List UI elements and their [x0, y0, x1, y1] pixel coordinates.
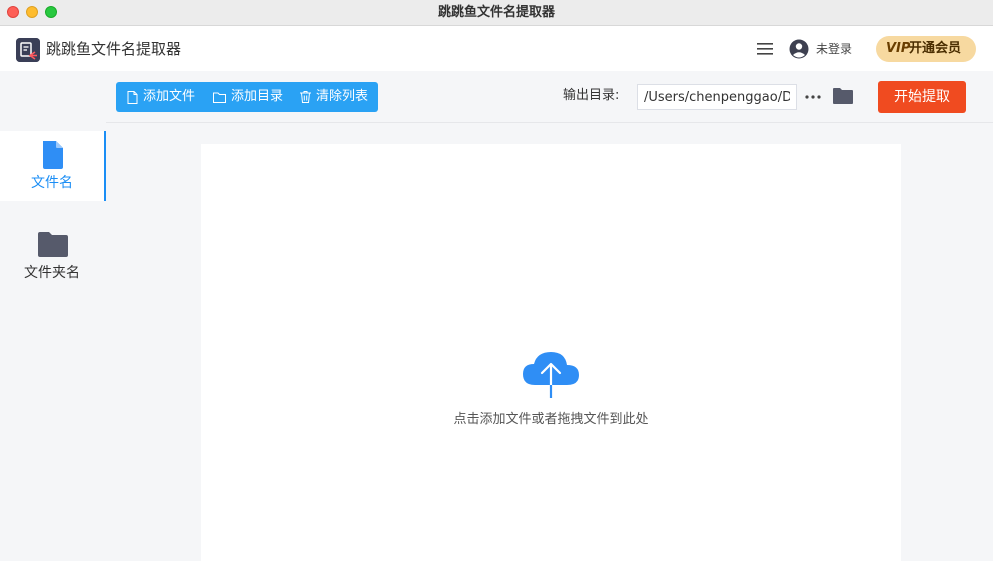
file-actions-group: 添加文件 添加目录 清除列表: [116, 82, 378, 112]
app-name: 跳跳鱼文件名提取器: [46, 40, 182, 58]
open-folder-icon[interactable]: [833, 87, 853, 105]
title-bar: 跳跳鱼文件名提取器: [0, 0, 993, 26]
folder-icon: [38, 231, 68, 259]
toolbar: 添加文件 添加目录 清除列表 输出目录: /Users/chenpenggao/…: [106, 71, 993, 123]
output-dir-label: 输出目录:: [563, 88, 620, 103]
vip-label: 开通会员: [909, 41, 962, 56]
file-drop-zone[interactable]: 点击添加文件或者拖拽文件到此处: [201, 144, 901, 561]
clear-list-label: 清除列表: [316, 89, 369, 104]
add-directory-label: 添加目录: [231, 89, 284, 104]
output-dir-input[interactable]: [637, 84, 797, 110]
menu-icon[interactable]: [757, 41, 773, 55]
user-icon[interactable]: [789, 39, 809, 59]
start-extract-button[interactable]: 开始提取: [878, 81, 966, 113]
sidebar-item-foldername[interactable]: 文件夹名: [0, 221, 106, 291]
app-header: 跳跳鱼文件名提取器 未登录 VIP 开通会员: [0, 27, 993, 71]
sidebar-item-filename[interactable]: 文件名: [0, 131, 106, 201]
trash-icon: [300, 91, 311, 103]
folder-outline-icon: [213, 92, 226, 103]
cloud-upload-icon: [521, 349, 581, 399]
drop-hint-text: 点击添加文件或者拖拽文件到此处: [453, 412, 649, 427]
vip-button[interactable]: VIP 开通会员: [876, 36, 976, 62]
sidebar-item-label: 文件名: [31, 175, 73, 191]
add-file-label: 添加文件: [143, 89, 196, 104]
app-logo-icon: [16, 38, 40, 62]
add-directory-button[interactable]: 添加目录: [213, 82, 283, 112]
sidebar: 文件名 文件夹名: [0, 71, 106, 561]
file-outline-icon: [127, 90, 138, 104]
sidebar-item-label: 文件夹名: [24, 265, 80, 281]
vip-icon: VIP: [886, 41, 911, 56]
clear-list-button[interactable]: 清除列表: [300, 82, 368, 112]
more-options-icon[interactable]: [804, 88, 822, 106]
window-title: 跳跳鱼文件名提取器: [437, 5, 555, 20]
file-icon: [38, 141, 68, 169]
login-status[interactable]: 未登录: [816, 40, 852, 58]
add-file-button[interactable]: 添加文件: [127, 82, 195, 112]
main-content: 添加文件 添加目录 清除列表 输出目录: /Users/chenpenggao/…: [106, 71, 993, 561]
